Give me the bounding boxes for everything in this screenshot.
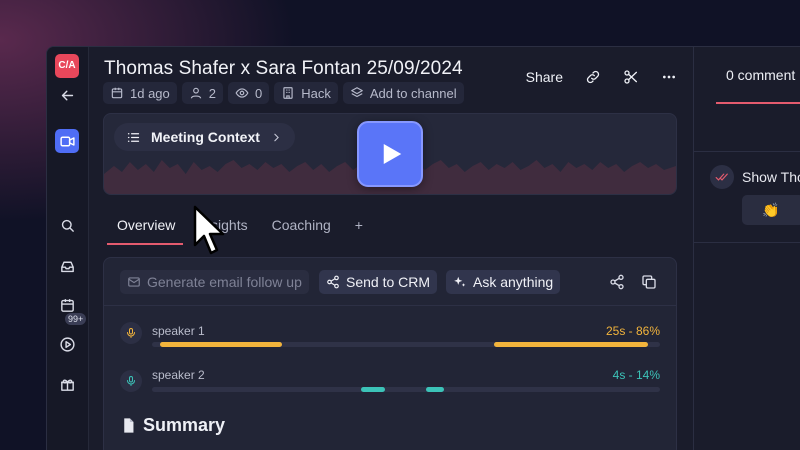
speaker-name: speaker 1	[152, 324, 205, 338]
reaction-button[interactable]: 👏	[742, 195, 800, 225]
ask-anything-label: Ask anything	[473, 274, 554, 290]
play-button[interactable]	[357, 121, 423, 187]
generate-email-button[interactable]: Generate email follow up	[120, 270, 309, 294]
divider	[694, 242, 800, 243]
document-icon	[124, 418, 134, 433]
inbox-icon[interactable]	[55, 254, 79, 278]
app-logo[interactable]: C/A	[55, 54, 79, 78]
workspace-name: Hack	[301, 85, 331, 101]
list-icon	[127, 132, 140, 142]
meta-row: 1d ago 2 0 Hack Add to channel	[103, 82, 464, 104]
comments-panel: 0 comment Show Tho 👏	[693, 47, 800, 450]
meeting-context-label: Meeting Context	[151, 129, 260, 145]
talk-segment	[494, 342, 648, 347]
calendar-small-icon	[111, 87, 123, 99]
scissors-icon[interactable]	[623, 69, 639, 85]
gift-icon[interactable]	[55, 372, 79, 396]
share-nodes-icon	[327, 275, 339, 289]
share-icon[interactable]	[609, 274, 625, 290]
back-arrow-icon[interactable]	[55, 83, 79, 107]
comment-count: 0 comment	[726, 67, 796, 83]
time-chip: 1d ago	[103, 82, 177, 104]
sparkles-icon	[454, 276, 466, 287]
speaker-timeline[interactable]	[152, 387, 660, 392]
meeting-title: Thomas Shafer x Sara Fontan 25/09/2024	[104, 58, 463, 79]
microphone-icon	[120, 370, 142, 392]
add-to-channel-chip[interactable]: Add to channel	[342, 82, 464, 104]
send-to-crm-label: Send to CRM	[346, 274, 431, 290]
tab-coaching[interactable]: Coaching	[272, 217, 331, 245]
action-toolbar: Generate email follow up Send to CRM Ask…	[104, 258, 676, 306]
time-ago: 1d ago	[130, 85, 170, 101]
overview-panel: Generate email follow up Send to CRM Ask…	[103, 257, 677, 450]
copy-icon[interactable]	[641, 274, 657, 290]
views-count: 0	[255, 85, 263, 101]
share-button[interactable]: Share	[526, 69, 563, 85]
generate-email-label: Generate email follow up	[147, 274, 302, 290]
tab-add-button[interactable]: +	[355, 217, 363, 245]
speaker-name: speaker 2	[152, 368, 205, 382]
views-chip[interactable]: 0	[228, 82, 270, 104]
microphone-icon	[120, 322, 142, 344]
talk-segment	[160, 342, 282, 347]
video-icon[interactable]	[55, 129, 79, 153]
play-circle-icon[interactable]	[55, 332, 79, 356]
building-icon	[283, 87, 293, 99]
workspace-chip[interactable]: Hack	[274, 82, 338, 104]
talk-segment	[426, 387, 444, 392]
left-nav: C/A 99+	[47, 47, 89, 450]
add-to-channel-label: Add to channel	[369, 85, 457, 101]
mouse-cursor-icon	[193, 205, 225, 255]
show-label: Show Tho	[742, 169, 800, 185]
chevron-right-icon	[274, 133, 279, 141]
summary-heading: Summary	[120, 415, 225, 436]
video-player[interactable]: Meeting Context	[103, 113, 677, 195]
double-check-icon	[710, 165, 734, 189]
divider	[694, 151, 800, 152]
app-window: C/A 99+ Thomas Shafer x Sara Fontan 25/0…	[46, 46, 800, 450]
link-icon[interactable]	[585, 69, 601, 85]
comments-tab-indicator	[716, 102, 800, 104]
play-icon	[383, 144, 402, 164]
send-to-crm-button[interactable]: Send to CRM	[319, 270, 438, 294]
clap-emoji: 👏	[762, 201, 780, 218]
user-icon	[190, 87, 202, 99]
tab-overview[interactable]: Overview	[106, 217, 184, 245]
speaker-timeline[interactable]	[152, 342, 660, 347]
main-content: Thomas Shafer x Sara Fontan 25/09/2024 1…	[89, 47, 693, 450]
more-icon[interactable]	[661, 69, 677, 85]
participants-count: 2	[208, 85, 216, 101]
meeting-context-button[interactable]: Meeting Context	[114, 123, 295, 151]
mail-icon	[128, 277, 140, 287]
header-actions: Share	[526, 69, 677, 85]
layers-icon	[351, 87, 363, 98]
summary-title: Summary	[143, 415, 226, 435]
search-icon[interactable]	[55, 213, 79, 237]
tab-bar: Overview Insights Coaching +	[106, 217, 363, 245]
participants-chip[interactable]: 2	[181, 82, 223, 104]
talk-segment	[361, 387, 385, 392]
show-comment-toggle[interactable]: Show Tho	[710, 165, 800, 189]
ask-anything-button[interactable]: Ask anything	[446, 270, 561, 294]
eye-icon	[235, 88, 249, 98]
speaker-stat: 25s - 86%	[605, 324, 660, 338]
speaker-stat: 4s - 14%	[612, 368, 660, 382]
calendar-icon[interactable]	[55, 293, 79, 317]
